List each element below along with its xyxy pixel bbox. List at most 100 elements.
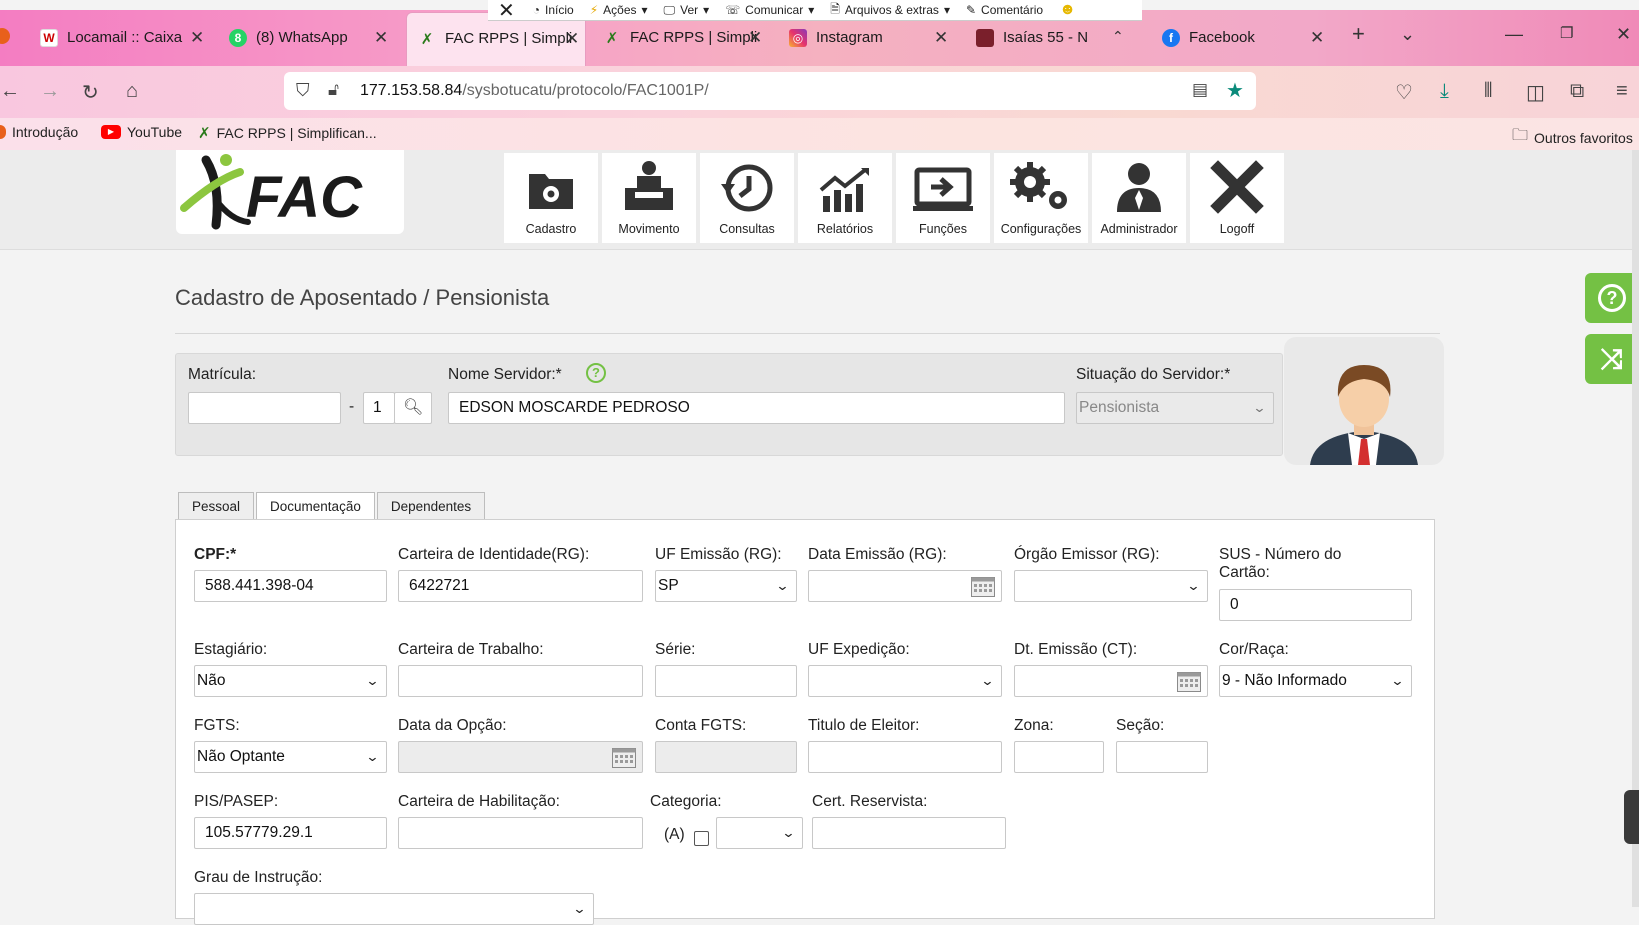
bookmark-item[interactable]: ▶ YouTube <box>101 124 182 140</box>
uf-expedicao-label: UF Expedição: <box>808 641 910 658</box>
meeting-item-arquivos[interactable]: 🗎 Arquivos & extras ▾ <box>822 0 958 21</box>
meeting-item-inicio[interactable]: ◔ Início <box>525 3 582 17</box>
grau-instrucao-select[interactable]: ⌄ <box>194 893 594 925</box>
data-opcao-input[interactable] <box>398 741 643 773</box>
folder-icon: 🗀 <box>1512 127 1529 144</box>
estagiario-select[interactable]: Não ⌄ <box>194 665 387 697</box>
minimize-icon[interactable]: — <box>1505 24 1523 45</box>
meeting-item-acoes[interactable]: ⚡ Ações ▾ <box>582 3 656 17</box>
browser-tab[interactable]: 8 (8) WhatsApp ✕ <box>229 12 399 66</box>
menu-relatorios[interactable]: Relatórios <box>798 153 892 243</box>
tab-documentacao[interactable]: Documentação <box>256 492 375 520</box>
zona-input[interactable] <box>1014 741 1104 773</box>
help-circle-icon[interactable]: ? <box>586 363 606 383</box>
calendar-icon[interactable] <box>612 748 636 768</box>
close-window-icon[interactable]: ✕ <box>1616 24 1631 45</box>
shuffle-button[interactable]: ⤨ <box>1585 334 1639 384</box>
matricula-digit-input[interactable]: 1 <box>363 392 395 424</box>
menu-consultas[interactable]: Consultas <box>700 153 794 243</box>
situacao-select[interactable]: Pensionista ⌄ <box>1076 392 1274 424</box>
fac-icon: ✗ <box>198 125 211 142</box>
menu-configuracoes[interactable]: Configurações <box>994 153 1088 243</box>
data-emissao-input[interactable] <box>808 570 1002 602</box>
cert-reservista-input[interactable] <box>812 817 1006 849</box>
close-icon[interactable]: ✕ <box>488 0 525 23</box>
menu-movimento[interactable]: Movimento <box>602 153 696 243</box>
tab-list-icon[interactable]: ⌄ <box>1400 24 1415 45</box>
titulo-eleitor-label: Titulo de Eleitor: <box>808 717 920 734</box>
orgao-emissor-label: Órgão Emissor (RG): <box>1014 546 1160 563</box>
rg-input[interactable]: 6422721 <box>398 570 643 602</box>
secao-input[interactable] <box>1116 741 1208 773</box>
side-widget[interactable] <box>1624 790 1639 844</box>
whatsapp-icon: 8 <box>229 29 247 47</box>
fac-logo[interactable]: FAC <box>176 150 404 234</box>
reload-icon[interactable]: ↻ <box>82 80 99 105</box>
close-tab-icon[interactable]: ✕ <box>748 28 762 48</box>
meeting-item-ver[interactable]: 🖵 Ver ▾ <box>656 3 718 18</box>
smiley-icon[interactable]: ☻ <box>1051 1 1084 19</box>
facebook-icon: f <box>1162 29 1180 47</box>
fgts-select[interactable]: Não Optante ⌄ <box>194 741 387 773</box>
close-tab-icon[interactable]: ✕ <box>190 28 204 48</box>
pocket-icon[interactable]: ♡ <box>1395 80 1413 105</box>
close-tab-icon[interactable]: ✕ <box>374 28 388 48</box>
avatar[interactable] <box>1284 337 1444 465</box>
calendar-icon[interactable] <box>1177 672 1201 692</box>
categoria-checkbox[interactable] <box>694 831 709 846</box>
uf-emissao-select[interactable]: SP ⌄ <box>655 570 797 602</box>
close-tab-icon[interactable]: ✕ <box>565 29 579 49</box>
bookmark-star-icon[interactable]: ★ <box>1226 78 1244 103</box>
uf-expedicao-select[interactable]: ⌄ <box>808 665 1002 697</box>
new-tab-icon[interactable]: + <box>1352 21 1365 47</box>
insecure-lock-icon[interactable]: 🔓︎ <box>328 80 339 100</box>
home-icon[interactable]: ⌂ <box>126 80 138 103</box>
bookmark-item[interactable]: Introdução <box>0 124 78 140</box>
close-tab-icon[interactable]: ✕ <box>934 28 948 48</box>
conta-fgts-input[interactable] <box>655 741 797 773</box>
serie-input[interactable] <box>655 665 797 697</box>
browser-menu-icon[interactable] <box>0 28 10 44</box>
browser-tab[interactable]: W Locamail :: Caixa ✕ <box>40 12 235 66</box>
extensions-icon[interactable]: ⧉ <box>1570 80 1584 103</box>
sus-input[interactable]: 0 <box>1219 589 1412 621</box>
app-menu-icon[interactable]: ≡ <box>1616 80 1628 103</box>
meeting-item-comentario[interactable]: ✎ Comentário <box>958 3 1051 17</box>
forward-icon[interactable]: → <box>40 80 60 103</box>
nome-servidor-input[interactable]: EDSON MOSCARDE PEDROSO <box>448 392 1065 424</box>
close-tab-icon[interactable]: ✕ <box>1310 28 1324 48</box>
other-bookmarks[interactable]: 🗀 Outros favoritos <box>1512 124 1633 151</box>
menu-administrador[interactable]: Administrador <box>1092 153 1186 243</box>
titulo-eleitor-input[interactable] <box>808 741 1002 773</box>
reader-view-icon[interactable]: ▤ <box>1192 80 1208 100</box>
cnh-input[interactable] <box>398 817 643 849</box>
cor-raca-select[interactable]: 9 - Não Informado ⌄ <box>1219 665 1412 697</box>
carteira-trabalho-label: Carteira de Trabalho: <box>398 641 544 658</box>
orgao-emissor-select[interactable]: ⌄ <box>1014 570 1208 602</box>
pis-pasep-input[interactable]: 105.57779.29.1 <box>194 817 387 849</box>
search-button[interactable]: 🔍︎ <box>394 392 432 424</box>
browser-tab[interactable]: f Facebook ✕ <box>1162 12 1332 66</box>
menu-logoff[interactable]: Logoff <box>1190 153 1284 243</box>
restore-icon[interactable]: ❐ <box>1560 24 1573 42</box>
cpf-input[interactable]: 588.441.398-04 <box>194 570 387 602</box>
menu-cadastro[interactable]: Cadastro <box>504 153 598 243</box>
calendar-icon[interactable] <box>971 577 995 597</box>
sidebar-icon[interactable]: ◫ <box>1526 80 1545 105</box>
folder-gear-icon <box>529 174 573 209</box>
collapse-icon[interactable]: ⌃ <box>1112 28 1124 45</box>
help-button[interactable]: ? <box>1585 273 1639 323</box>
tab-pessoal[interactable]: Pessoal <box>178 492 255 520</box>
download-icon[interactable]: ⤓ <box>1440 80 1449 103</box>
dt-emissao-ct-input[interactable] <box>1014 665 1208 697</box>
meeting-item-comunicar[interactable]: ☏ Comunicar ▾ <box>717 3 822 17</box>
menu-funcoes[interactable]: Funções <box>896 153 990 243</box>
bookmark-item[interactable]: ✗ FAC RPPS | Simplifican... <box>198 124 377 142</box>
url-bar[interactable]: ⛉ 🔓︎ 177.153.58.84/sysbotucatu/protocolo… <box>284 72 1256 110</box>
back-icon[interactable]: ← <box>0 80 20 103</box>
matricula-input[interactable] <box>188 392 341 424</box>
library-icon[interactable]: ⫴ <box>1484 80 1492 103</box>
categoria-select[interactable]: ⌄ <box>716 817 803 849</box>
carteira-trabalho-input[interactable] <box>398 665 643 697</box>
tab-dependentes[interactable]: Dependentes <box>376 492 486 520</box>
